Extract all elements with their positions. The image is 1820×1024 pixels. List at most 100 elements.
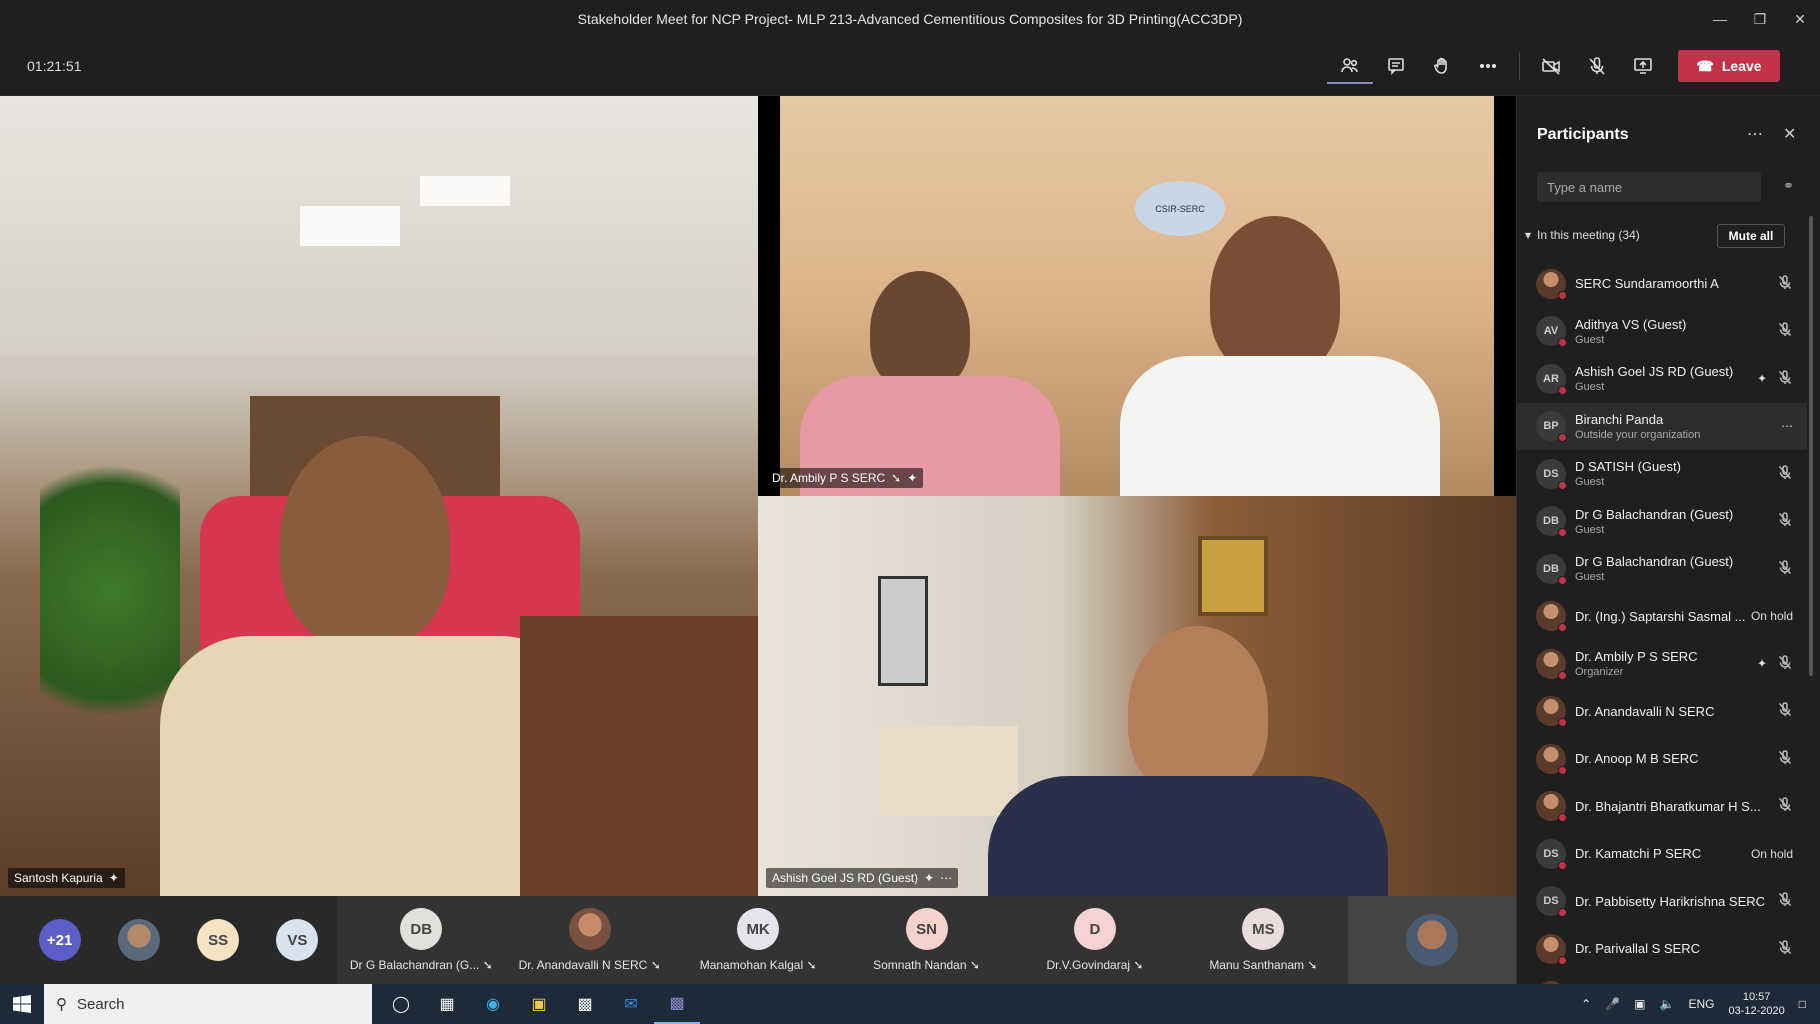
more-options-icon[interactable]: ⋯ bbox=[1781, 419, 1793, 433]
video-tile-ambily[interactable]: CSIR-SERC Dr. Ambily P S SERC ➘ ✦ bbox=[758, 96, 1516, 496]
participant-row[interactable]: Dr. (Ing.) Saptarshi Sasmal ... On hold bbox=[1517, 593, 1807, 641]
participant-info: Adithya VS (Guest) Guest bbox=[1575, 317, 1765, 346]
participant-row[interactable]: DB Dr G Balachandran (Guest) Guest bbox=[1517, 498, 1807, 546]
windows-start-icon[interactable] bbox=[0, 984, 44, 1024]
video-tile-ashish[interactable]: Ashish Goel JS RD (Guest) ✦ ⋯ bbox=[758, 496, 1516, 896]
participant-row[interactable]: DS D SATISH (Guest) Guest bbox=[1517, 450, 1807, 498]
strip-participant[interactable]: Dr. Anandavalli N SERC ➘ bbox=[505, 896, 674, 984]
participant-info: Dr. Ambily P S SERC Organizer bbox=[1575, 649, 1765, 678]
strip-participant[interactable]: DB Dr G Balachandran (G... ➘ bbox=[337, 896, 506, 984]
language-indicator[interactable]: ENG bbox=[1688, 997, 1714, 1011]
volume-icon[interactable]: 🔈 bbox=[1660, 997, 1675, 1011]
participant-avatar bbox=[1536, 933, 1567, 965]
network-icon[interactable]: ▣ bbox=[1634, 997, 1645, 1011]
mic-off-icon[interactable] bbox=[1777, 369, 1793, 388]
restore-icon[interactable]: ❐ bbox=[1740, 0, 1780, 38]
participant-name: Dr G Balachandran (Guest) bbox=[1575, 554, 1734, 570]
strip-participant[interactable]: MK Manamohan Kalgal ➘ bbox=[673, 896, 843, 984]
participant-row[interactable]: DB Dr G Balachandran (Guest) Guest bbox=[1517, 545, 1807, 593]
notifications-icon[interactable]: □ bbox=[1799, 997, 1806, 1011]
more-actions-icon[interactable] bbox=[1465, 48, 1511, 84]
pin-icon[interactable]: ✦ bbox=[1757, 372, 1767, 386]
overflow-participants[interactable]: +21 bbox=[20, 896, 99, 984]
strip-participant[interactable]: MS Manu Santhanam ➘ bbox=[1179, 896, 1348, 984]
video-tile-santosh[interactable]: Santosh Kapuria ✦ bbox=[0, 96, 758, 896]
file-explorer-icon[interactable]: ▣ bbox=[516, 984, 562, 1024]
mic-off-icon[interactable] bbox=[1777, 464, 1793, 483]
participant-row[interactable]: BP Biranchi Panda Outside your organizat… bbox=[1517, 402, 1807, 450]
strip-participant[interactable]: SS bbox=[179, 896, 258, 984]
participant-row[interactable]: SERC Sundaramoorthi A bbox=[1517, 260, 1807, 308]
more-options-icon[interactable]: ⋯ bbox=[1747, 124, 1763, 144]
mic-off-icon[interactable] bbox=[1777, 274, 1793, 293]
edge-icon[interactable]: ◉ bbox=[470, 984, 516, 1024]
strip-participant[interactable]: VS bbox=[258, 896, 337, 984]
participant-row[interactable]: Dr. Anoop M B SERC bbox=[1517, 735, 1807, 783]
strip-participant-name: Dr.V.Govindaraj ➘ bbox=[1046, 958, 1144, 972]
clock-time: 10:57 bbox=[1742, 991, 1771, 1003]
share-invite-icon[interactable]: ⚭ bbox=[1783, 178, 1794, 194]
presence-dot bbox=[1558, 813, 1567, 823]
mic-off-icon[interactable] bbox=[1777, 797, 1793, 816]
chevron-up-icon[interactable]: ⌃ bbox=[1581, 997, 1591, 1011]
overflow-badge[interactable]: +21 bbox=[38, 919, 81, 961]
strip-participant[interactable] bbox=[1347, 896, 1517, 984]
window-title: Stakeholder Meet for NCP Project- MLP 21… bbox=[577, 11, 1243, 27]
participant-row[interactable]: Dr. Ambily P S SERC Organizer ✦ bbox=[1517, 640, 1807, 688]
pin-icon[interactable]: ✦ bbox=[1757, 657, 1767, 671]
microphone-icon[interactable]: 🎤 bbox=[1605, 997, 1620, 1011]
share-screen-icon[interactable] bbox=[1620, 48, 1666, 84]
mic-off-icon[interactable] bbox=[1777, 939, 1793, 958]
participant-actions: ✦ bbox=[1757, 654, 1793, 673]
participant-info: Dr. Anandavalli N SERC bbox=[1575, 704, 1765, 719]
taskbar-search[interactable]: ⚲ Search bbox=[44, 984, 372, 1024]
participant-row[interactable]: DS Dr. Kamatchi P SERC On hold bbox=[1517, 830, 1807, 878]
minimize-icon[interactable]: — bbox=[1700, 0, 1740, 38]
in-meeting-section-header[interactable]: ▾ In this meeting (34) bbox=[1525, 228, 1640, 242]
participant-row[interactable]: Dr. Bhajantri Bharatkumar H S... bbox=[1517, 783, 1807, 831]
raise-hand-icon[interactable] bbox=[1419, 48, 1465, 84]
participant-row[interactable]: AR Ashish Goel JS RD (Guest) Guest ✦ bbox=[1517, 355, 1807, 403]
mic-off-icon[interactable] bbox=[1777, 702, 1793, 721]
cortana-icon[interactable]: ◯ bbox=[378, 984, 424, 1024]
presence-dot bbox=[1558, 433, 1567, 443]
participant-avatar: AV bbox=[1536, 316, 1567, 348]
mic-off-icon[interactable] bbox=[1574, 48, 1620, 84]
avatar: SS bbox=[197, 919, 240, 961]
participant-row[interactable]: Dr. Parivallal S SERC bbox=[1517, 925, 1807, 973]
close-icon[interactable]: ✕ bbox=[1783, 124, 1796, 144]
participant-name: Ashish Goel JS RD (Guest) bbox=[1575, 364, 1734, 380]
store-icon[interactable]: ▩ bbox=[562, 984, 608, 1024]
strip-participant[interactable]: D Dr.V.Govindaraj ➘ bbox=[1010, 896, 1180, 984]
participants-panel: Participants ⋯ ✕ ⚭ ▾ In this meeting (34… bbox=[1516, 96, 1820, 1013]
mute-all-button[interactable]: Mute all bbox=[1717, 224, 1785, 248]
teams-icon[interactable]: ▩ bbox=[654, 984, 700, 1024]
logo-text: CSIR-SERC bbox=[1155, 203, 1205, 214]
participant-row[interactable]: AV Adithya VS (Guest) Guest bbox=[1517, 308, 1807, 356]
video-feed: CSIR-SERC bbox=[780, 96, 1494, 496]
participant-row[interactable]: DS Dr. Pabbisetty Harikrishna SERC bbox=[1517, 878, 1807, 926]
camera-off-icon[interactable] bbox=[1528, 48, 1574, 84]
mic-off-icon[interactable] bbox=[1777, 512, 1793, 531]
leave-button[interactable]: ☎ Leave bbox=[1678, 50, 1780, 82]
mic-off-icon[interactable] bbox=[1777, 559, 1793, 578]
participant-search-input[interactable] bbox=[1537, 172, 1761, 202]
participant-row[interactable]: Dr. Anandavalli N SERC bbox=[1517, 688, 1807, 736]
chat-icon[interactable] bbox=[1373, 48, 1419, 84]
mic-off-icon[interactable] bbox=[1777, 892, 1793, 911]
mic-off-icon: ➘ bbox=[1307, 958, 1318, 972]
mic-off-icon[interactable] bbox=[1777, 654, 1793, 673]
strip-participant[interactable]: SN Somnath Nandan ➘ bbox=[842, 896, 1011, 984]
more-options-icon[interactable]: ⋯ bbox=[940, 871, 952, 885]
toolbar-divider bbox=[1519, 52, 1520, 80]
close-window-icon[interactable]: ✕ bbox=[1780, 0, 1820, 38]
mail-icon[interactable]: ✉ bbox=[608, 984, 654, 1024]
mic-off-icon[interactable] bbox=[1777, 749, 1793, 768]
strip-participant[interactable] bbox=[99, 896, 178, 984]
participants-icon[interactable] bbox=[1327, 48, 1373, 84]
task-view-icon[interactable]: ▦ bbox=[424, 984, 470, 1024]
mic-off-icon[interactable] bbox=[1777, 322, 1793, 341]
clock[interactable]: 10:57 03-12-2020 bbox=[1728, 990, 1784, 1018]
participant-avatar: AR bbox=[1536, 363, 1567, 395]
scrollbar[interactable] bbox=[1809, 216, 1813, 676]
